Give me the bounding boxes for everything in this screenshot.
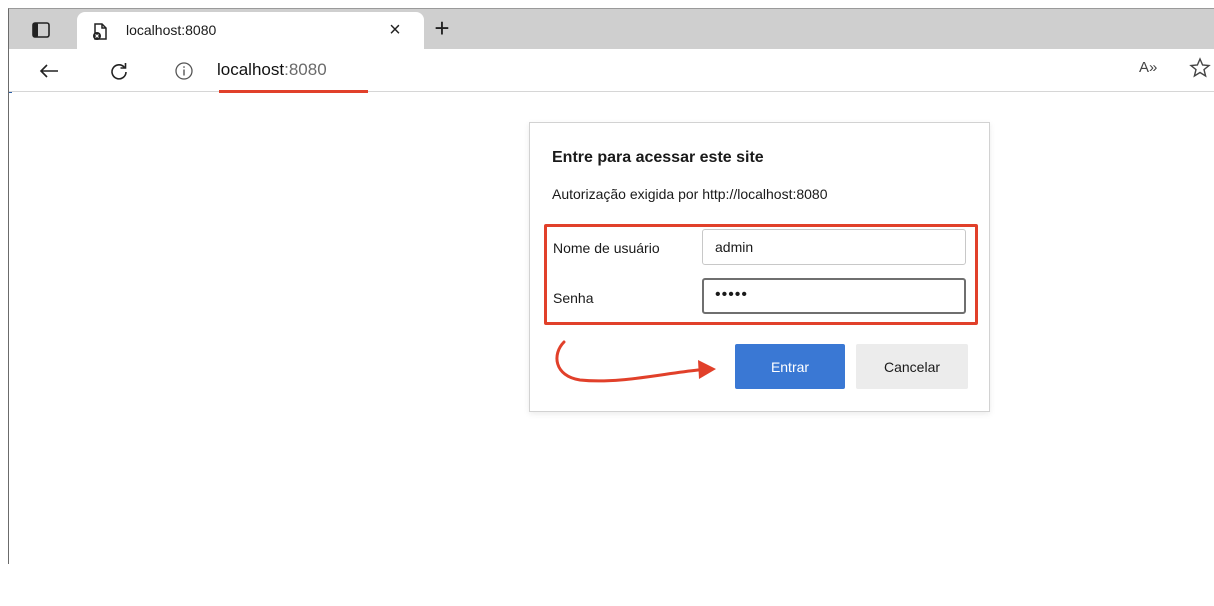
info-icon[interactable] [175,62,193,80]
tab-title: localhost:8080 [126,22,217,38]
submit-button[interactable]: Entrar [735,344,845,389]
url-text: localhost:8080 [217,60,327,80]
read-aloud-icon[interactable]: A» [1139,59,1163,81]
page-error-icon [90,22,110,42]
dialog-title: Entre para acessar este site [552,149,764,166]
address-bar[interactable]: localhost:8080 [151,52,1191,89]
tab-strip: localhost:8080 × + [9,9,1214,49]
close-tab-icon[interactable]: × [383,18,407,42]
tab-localhost[interactable]: localhost:8080 × [77,12,424,49]
arrow-annotation [555,340,716,383]
cancel-button[interactable]: Cancelar [856,344,968,389]
password-input[interactable]: ••••• [702,278,966,314]
username-input[interactable] [702,229,966,265]
back-arrow-icon[interactable] [33,55,65,87]
username-label: Nome de usuário [553,240,660,256]
url-host: localhost [217,60,285,79]
url-port: :8080 [284,60,327,79]
new-tab-button[interactable]: + [427,15,457,43]
tab-actions-icon[interactable] [29,19,53,41]
password-label: Senha [553,290,594,306]
url-annotation-underline [219,90,368,93]
dialog-subtitle: Autorização exigida por http://localhost… [552,186,828,202]
reload-icon[interactable] [103,55,135,87]
star-icon[interactable] [1189,57,1213,81]
browser-window: localhost:8080 × + localhost:8080 A» Ent… [8,8,1214,564]
toolbar: localhost:8080 A» [9,49,1214,92]
